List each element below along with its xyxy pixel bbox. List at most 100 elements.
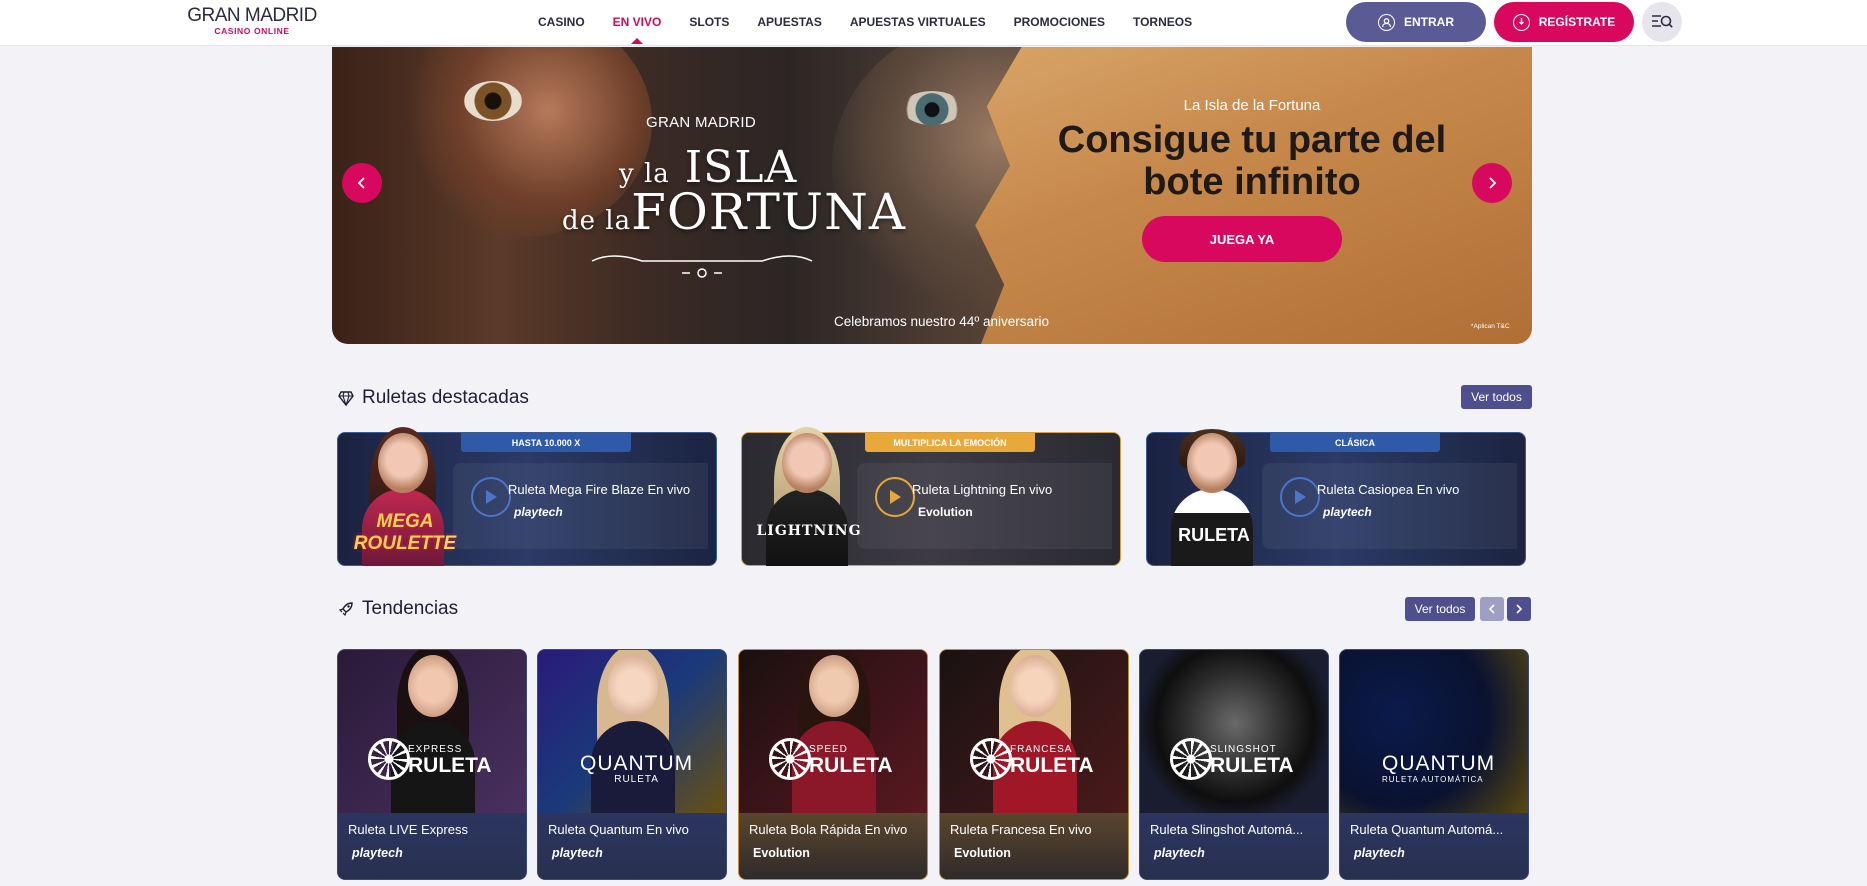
- logo-sub-text: CASINO ONLINE: [214, 26, 290, 36]
- nav-en-vivo[interactable]: EN VIVO: [599, 0, 676, 44]
- featured-view-all-button[interactable]: Ver todos: [1461, 385, 1532, 409]
- login-button[interactable]: ENTRAR: [1346, 2, 1486, 42]
- banner-headline: Consigue tu parte del bote infinito: [1057, 119, 1447, 203]
- site-header: GRAN MADRID CASINO ONLINE CASINO EN VIVO…: [0, 0, 1867, 46]
- provider-logo: playtech: [1323, 505, 1372, 519]
- featured-title-text: Ruletas destacadas: [362, 387, 529, 408]
- banner-cta-button[interactable]: JUEGA YA: [1142, 216, 1342, 262]
- featured-card-tag: HASTA 10.000 X: [461, 433, 631, 452]
- trending-card-bola-rapida[interactable]: SPEED RULETA Ruleta Bola Rápida En vivo E…: [738, 649, 928, 880]
- trending-next-button[interactable]: [1507, 597, 1531, 621]
- trending-card-slingshot[interactable]: SLINGSHOT RULETA Ruleta Slingshot Automá.…: [1139, 649, 1329, 880]
- play-icon: [890, 490, 901, 504]
- nav-slots[interactable]: SLOTS: [675, 0, 743, 44]
- trending-prev-button[interactable]: [1480, 597, 1504, 621]
- chevron-left-icon: [1488, 604, 1495, 614]
- provider-logo: Evolution: [753, 846, 810, 860]
- game-logo: MEGA ROULETTE: [353, 511, 457, 554]
- chevron-right-icon: [1516, 604, 1523, 614]
- game-logo: SPEED RULETA: [809, 744, 893, 777]
- nav-apuestas[interactable]: APUESTAS: [743, 0, 835, 44]
- rocket-icon: [338, 602, 353, 617]
- trending-card-francesa[interactable]: FRANCESA RULETA Ruleta Francesa En vivo E…: [939, 649, 1129, 880]
- banner-kicker: La Isla de la Fortuna: [1183, 97, 1321, 114]
- nav-apuestas-virtuales[interactable]: APUESTAS VIRTUALES: [836, 0, 1000, 44]
- brand-logo[interactable]: GRAN MADRID CASINO ONLINE: [183, 5, 321, 37]
- banner-next-button[interactable]: [1472, 163, 1512, 203]
- featured-card-name: Ruleta Lightning En vivo: [912, 482, 1053, 497]
- game-logo: RULETA: [1178, 525, 1250, 545]
- featured-card-casiopea[interactable]: CLÁSICA RULETA Ruleta Casiopea En vivo p…: [1146, 429, 1526, 566]
- provider-logo: playtech: [352, 846, 403, 860]
- featured-card-tag: MULTIPLICA LA EMOCIÓN: [865, 433, 1035, 452]
- banner-eye-left: [464, 81, 522, 121]
- banner-prev-button[interactable]: [342, 163, 382, 203]
- game-thumbnail: SPEED RULETA: [739, 650, 927, 813]
- trending-title-text: Tendencias: [362, 598, 459, 619]
- game-logo: LIGHTNING: [756, 523, 862, 539]
- play-icon: [1295, 490, 1306, 504]
- featured-card-mega-fire-blaze[interactable]: HASTA 10.000 X MEGA ROULETTE Ruleta Mega…: [337, 427, 717, 566]
- trending-view-all-button[interactable]: Ver todos: [1405, 597, 1475, 621]
- banner-anniversary-text: Celebramos nuestro 44º aniversario: [834, 314, 1050, 329]
- trending-card-name: Ruleta Slingshot Automá...: [1150, 822, 1304, 837]
- login-label: ENTRAR: [1404, 15, 1454, 29]
- register-icon: [1512, 13, 1530, 31]
- chevron-right-icon: [1489, 177, 1497, 189]
- featured-card-lightning[interactable]: MULTIPLICA LA EMOCIÓN LIGHTNING Ruleta L…: [741, 427, 1121, 566]
- game-thumbnail: SLINGSHOT RULETA: [1140, 650, 1328, 813]
- menu-search-icon: [1652, 15, 1673, 28]
- dealer-portrait: [752, 427, 862, 566]
- banner-title-big-2: FORTUNA: [631, 183, 906, 241]
- main-nav: CASINO EN VIVO SLOTS APUESTAS APUESTAS V…: [524, 0, 1206, 44]
- hero-banner[interactable]: GRAN MADRID y la ISLA de laFORTUNA Celeb…: [332, 47, 1532, 344]
- trending-card-live-express[interactable]: EXPRESS RULETA Ruleta LIVE Express playte…: [337, 649, 527, 880]
- featured-card-tag: CLÁSICA: [1270, 433, 1440, 452]
- trending-card-name: Ruleta Francesa En vivo: [950, 822, 1092, 837]
- banner-brand: GRAN MADRID: [646, 114, 756, 131]
- play-button[interactable]: [471, 477, 511, 517]
- play-button[interactable]: [1280, 477, 1320, 517]
- trending-card-name: Ruleta Bola Rápida En vivo: [749, 822, 908, 837]
- menu-search-button[interactable]: [1642, 2, 1682, 42]
- register-button[interactable]: REGÍSTRATE: [1494, 2, 1634, 42]
- trending-section-title: Tendencias: [338, 598, 458, 620]
- register-label: REGÍSTRATE: [1538, 15, 1616, 29]
- provider-logo: playtech: [552, 846, 603, 860]
- banner-title-small-2: de la: [562, 206, 632, 236]
- trending-card-name: Ruleta LIVE Express: [348, 822, 468, 837]
- featured-section-title: Ruletas destacadas: [338, 387, 529, 409]
- banner-terms: *Aplican T&C: [1471, 323, 1510, 330]
- provider-logo: Evolution: [954, 846, 1011, 860]
- game-thumbnail: QUANTUM RULETA AUTOMÁTICA: [1340, 650, 1528, 813]
- provider-logo: Evolution: [918, 505, 973, 519]
- user-icon: [1378, 13, 1395, 31]
- game-logo: EXPRESS RULETA: [408, 744, 492, 777]
- nav-torneos[interactable]: TORNEOS: [1119, 0, 1206, 44]
- logo-main-text: GRAN MADRID: [187, 5, 317, 26]
- trending-card-quantum[interactable]: QUANTUM RULETA Ruleta Quantum En vivo pla…: [537, 649, 727, 880]
- nav-casino[interactable]: CASINO: [524, 0, 599, 44]
- game-thumbnail: EXPRESS RULETA: [338, 650, 526, 813]
- chevron-left-icon: [357, 177, 365, 189]
- game-thumbnail: QUANTUM RULETA: [538, 650, 726, 813]
- game-logo: SLINGSHOT RULETA: [1210, 744, 1294, 777]
- banner-eye-right: [902, 91, 962, 125]
- nav-promociones[interactable]: PROMOCIONES: [1000, 0, 1119, 44]
- play-button[interactable]: [875, 477, 915, 517]
- trending-card-name: Ruleta Quantum En vivo: [548, 822, 689, 837]
- game-logo: QUANTUM RULETA AUTOMÁTICA: [1382, 752, 1496, 785]
- gem-icon: [338, 391, 354, 406]
- banner-title-line2: de laFORTUNA: [562, 185, 906, 248]
- banner-ornament: [591, 255, 813, 278]
- provider-logo: playtech: [514, 505, 563, 519]
- game-logo: QUANTUM RULETA: [580, 752, 694, 785]
- game-thumbnail: FRANCESA RULETA: [940, 650, 1128, 813]
- provider-logo: playtech: [1154, 846, 1205, 860]
- play-icon: [486, 490, 497, 504]
- provider-logo: playtech: [1354, 846, 1405, 860]
- featured-card-name: Ruleta Mega Fire Blaze En vivo: [508, 482, 691, 497]
- trending-card-name: Ruleta Quantum Automá...: [1350, 822, 1504, 837]
- trending-card-quantum-auto[interactable]: QUANTUM RULETA AUTOMÁTICA Ruleta Quantum …: [1339, 649, 1529, 880]
- game-logo: FRANCESA RULETA: [1010, 744, 1094, 777]
